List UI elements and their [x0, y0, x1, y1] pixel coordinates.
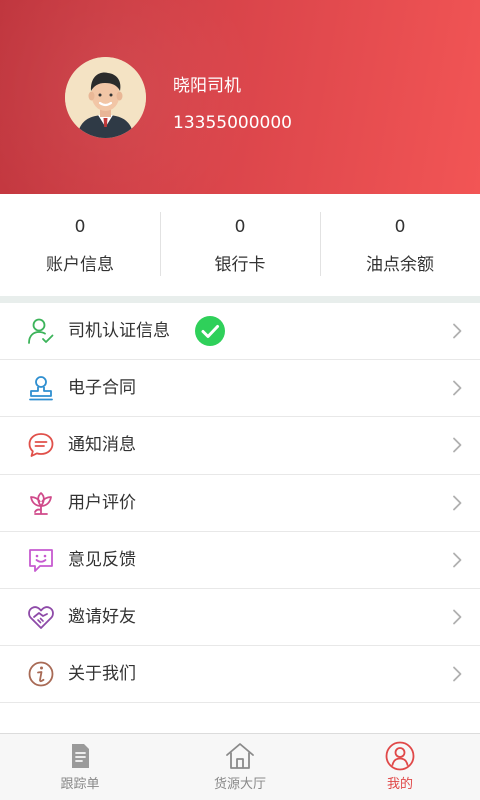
- stat-label: 油点余额: [366, 255, 434, 275]
- menu-item-driver-verification[interactable]: 司机认证信息: [0, 303, 480, 361]
- chevron-right-icon: [452, 495, 462, 511]
- chevron-right-icon: [452, 380, 462, 396]
- user-phone: 13355000000: [173, 113, 292, 133]
- driver-avatar-icon: [65, 57, 146, 138]
- stat-account-info[interactable]: 0 账户信息: [0, 194, 160, 296]
- tab-label: 跟踪单: [60, 777, 100, 792]
- menu-item-invite-friends[interactable]: 邀请好友: [0, 589, 480, 647]
- chevron-right-icon: [452, 323, 462, 339]
- menu-item-label: 司机认证信息: [68, 321, 170, 342]
- chevron-right-icon: [452, 437, 462, 453]
- stat-label: 银行卡: [214, 255, 266, 275]
- info-icon: [27, 660, 55, 688]
- tab-cargo-hall[interactable]: 货源大厅: [160, 734, 320, 800]
- tab-label: 货源大厅: [213, 777, 266, 792]
- user-circle-icon: [384, 740, 416, 772]
- home-icon: [224, 740, 256, 772]
- tab-label: 我的: [386, 777, 413, 792]
- menu-item-label: 关于我们: [68, 664, 136, 685]
- section-divider: [0, 296, 480, 303]
- menu-item-label: 邀请好友: [68, 607, 136, 628]
- menu-item-label: 意见反馈: [68, 549, 136, 570]
- feedback-smile-icon: [27, 546, 55, 574]
- chevron-right-icon: [452, 552, 462, 568]
- chevron-right-icon: [452, 666, 462, 682]
- bottom-tab-bar: 跟踪单 货源大厅 我的: [0, 733, 480, 800]
- tab-mine[interactable]: 我的: [320, 734, 480, 800]
- avatar[interactable]: [65, 57, 146, 138]
- menu-list: 司机认证信息 电子合同 通知消息 用户评价 意见反馈 邀请好友 关于我们: [0, 303, 480, 704]
- document-icon: [64, 740, 96, 772]
- menu-item-feedback[interactable]: 意见反馈: [0, 532, 480, 589]
- stat-value: 0: [74, 217, 86, 237]
- user-name: 晓阳司机: [173, 76, 241, 96]
- verified-check-icon: [195, 316, 225, 347]
- stat-value: 0: [234, 217, 246, 237]
- stamp-icon: [27, 374, 55, 402]
- menu-item-notifications[interactable]: 通知消息: [0, 417, 480, 475]
- menu-item-label: 电子合同: [68, 378, 136, 399]
- menu-item-label: 通知消息: [68, 435, 136, 456]
- stats-row: 0 账户信息 0 银行卡 0 油点余额: [0, 194, 480, 296]
- stat-oil-balance[interactable]: 0 油点余额: [320, 194, 480, 296]
- menu-item-about-us[interactable]: 关于我们: [0, 646, 480, 704]
- menu-item-label: 用户评价: [68, 492, 136, 513]
- menu-item-user-reviews[interactable]: 用户评价: [0, 475, 480, 532]
- menu-item-e-contract[interactable]: 电子合同: [0, 360, 480, 418]
- lotus-icon: [27, 489, 55, 517]
- stat-value: 0: [394, 217, 406, 237]
- handshake-heart-icon: [27, 603, 55, 631]
- chevron-right-icon: [452, 609, 462, 625]
- profile-header: 晓阳司机 13355000000: [0, 0, 480, 194]
- chat-bubble-icon: [27, 431, 55, 459]
- user-verify-icon: [27, 317, 55, 345]
- stat-bank-card[interactable]: 0 银行卡: [160, 194, 320, 296]
- tab-tracking-orders[interactable]: 跟踪单: [0, 734, 160, 800]
- stat-label: 账户信息: [46, 255, 114, 275]
